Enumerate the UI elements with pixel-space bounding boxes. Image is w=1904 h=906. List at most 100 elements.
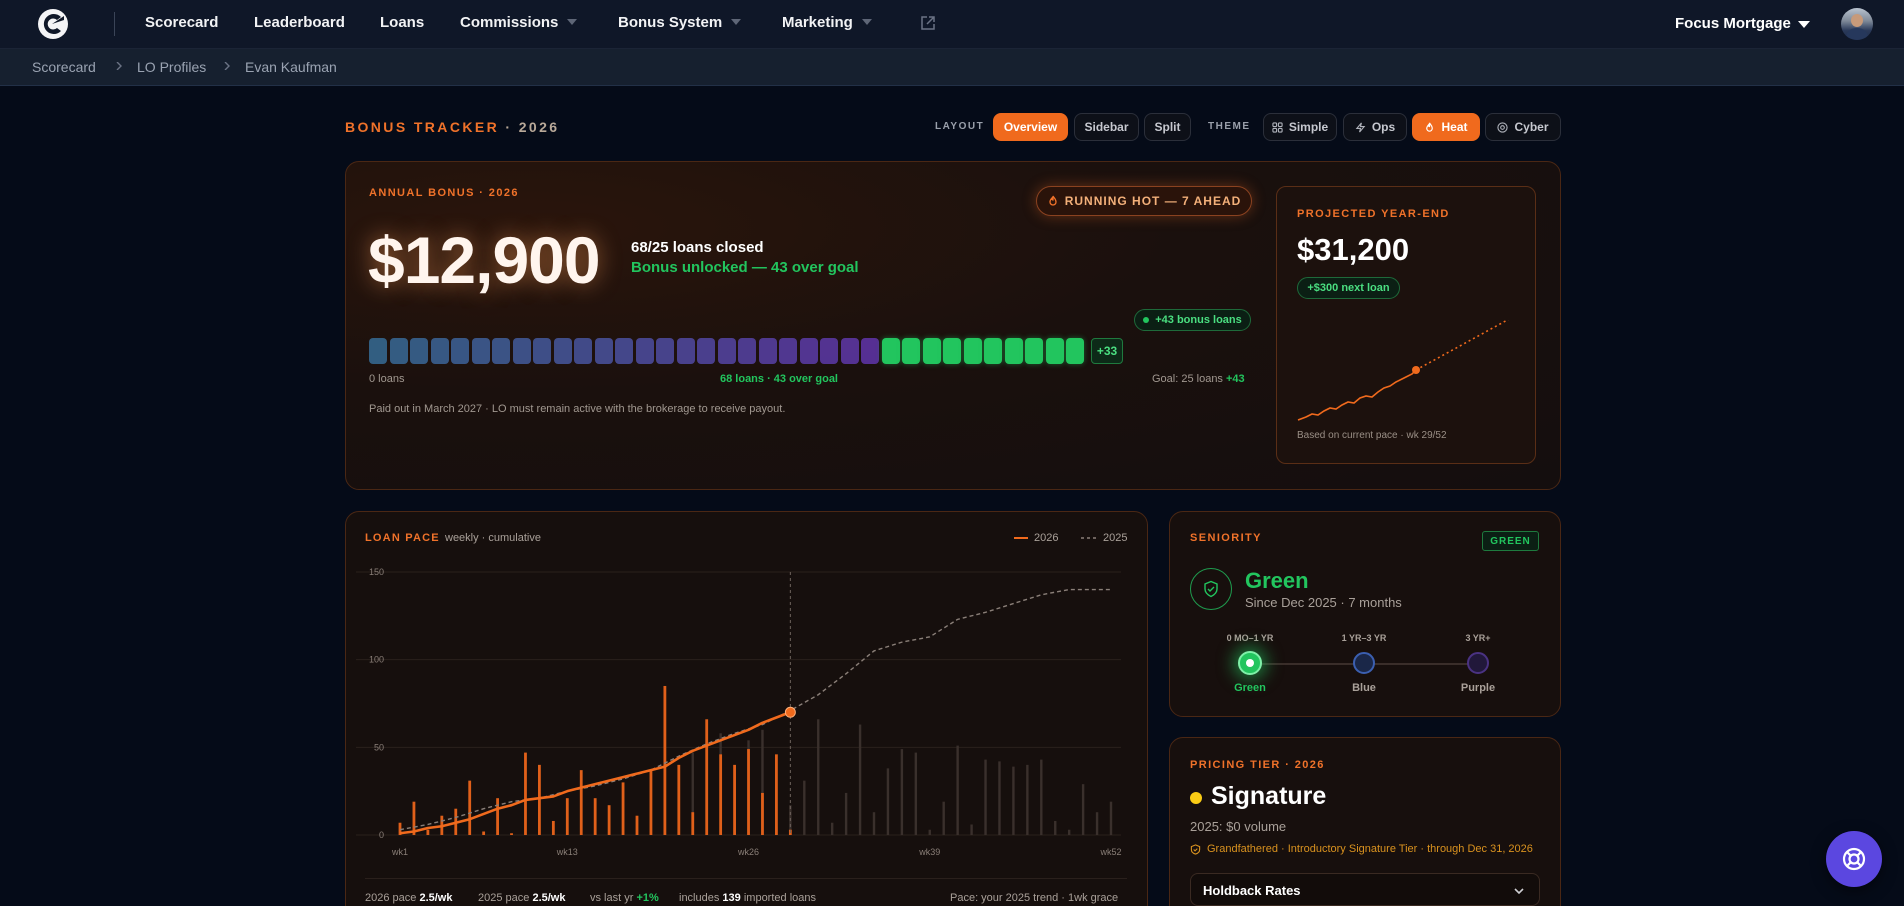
- lifebuoy-icon: [1842, 847, 1866, 871]
- weekly-bar-2025: [803, 780, 806, 835]
- chevron-down-icon[interactable]: [1798, 21, 1810, 28]
- projection-forecast-line: [1415, 320, 1510, 371]
- pace-vs-label: vs last yr: [590, 892, 634, 904]
- theme-ops-button[interactable]: Ops: [1343, 113, 1407, 141]
- status-badge: RUNNING HOT — 7 AHEAD: [1036, 186, 1252, 216]
- payout-note: Paid out in March 2027 · LO must remain …: [369, 403, 786, 415]
- chevron-down-icon: [731, 19, 742, 25]
- goal-progress-cell: [410, 338, 428, 364]
- user-avatar[interactable]: [1841, 8, 1873, 40]
- grandfather-text: Grandfathered · Introductory Signature T…: [1207, 843, 1533, 855]
- projected-amount: $31,200: [1297, 232, 1410, 267]
- weekly-bar-2025: [1081, 784, 1085, 835]
- tier-dot-purple: [1467, 652, 1489, 674]
- breadcrumb-lo-profiles[interactable]: LO Profiles: [137, 59, 206, 75]
- weekly-bar-2026: [607, 805, 611, 835]
- chevron-down-icon: [1514, 888, 1524, 895]
- imported-loans-note: includes 139 imported loans: [679, 892, 816, 904]
- weekly-bar-2026: [663, 685, 667, 835]
- nav-scorecard[interactable]: Scorecard: [145, 14, 218, 31]
- bonus-loans-chip: +43 bonus loans: [1134, 309, 1251, 331]
- goal-progress-cell: [738, 338, 756, 364]
- weekly-bar-2026: [579, 770, 583, 835]
- theme-label: THEME: [1208, 121, 1251, 132]
- tier-range-blue: 1 YR–3 YR: [1341, 633, 1387, 643]
- loan-pace-subtitle: weekly · cumulative: [445, 532, 541, 544]
- status-badge-text: RUNNING HOT — 7 AHEAD: [1064, 194, 1242, 208]
- breadcrumb-scorecard[interactable]: Scorecard: [32, 59, 96, 75]
- theme-heat-label: Heat: [1441, 120, 1468, 134]
- weekly-bar-2025: [1026, 764, 1029, 835]
- layout-split-button[interactable]: Split: [1144, 113, 1191, 141]
- weekly-bar-2025: [830, 822, 834, 835]
- flame-icon: [1426, 122, 1434, 132]
- weekly-bar-2026: [733, 764, 736, 835]
- pace-2026-label: 2026 pace: [365, 892, 417, 904]
- x-tick-label: wk39: [918, 847, 940, 857]
- help-button[interactable]: [1826, 831, 1882, 887]
- goal-progress-cell: [492, 338, 510, 364]
- weekly-bar-2026: [635, 815, 639, 835]
- bonus-progress-cell: [984, 338, 1002, 364]
- weekly-bar-2025: [914, 752, 918, 835]
- weekly-bar-2026: [524, 752, 527, 835]
- nav-bonus-system[interactable]: Bonus System: [618, 14, 742, 31]
- overflow-count-chip: +33: [1091, 338, 1123, 364]
- weekly-bar-2025: [1067, 829, 1071, 835]
- holdback-rates-toggle[interactable]: Holdback Rates: [1190, 873, 1540, 906]
- goal-progress-cell: [820, 338, 838, 364]
- theme-simple-label: Simple: [1288, 120, 1329, 134]
- imported-suffix: imported loans: [743, 892, 816, 904]
- projection-footnote: Based on current pace · wk 29/52: [1297, 430, 1447, 441]
- nav-leaderboard[interactable]: Leaderboard: [254, 14, 345, 31]
- legend-2025-label: 2025: [1103, 532, 1128, 544]
- chevron-down-icon: [861, 19, 872, 25]
- bonus-amount: $12,900: [368, 223, 601, 297]
- weekly-bar-2026: [621, 782, 625, 835]
- tier-dot-blue: [1353, 652, 1375, 674]
- theme-heat-button[interactable]: Heat: [1412, 113, 1480, 141]
- weekly-bar-2025: [970, 824, 973, 835]
- y-tick-label: 150: [369, 567, 384, 577]
- y-tick-label: 100: [369, 655, 384, 665]
- brand-logo-icon[interactable]: [36, 7, 70, 41]
- tier-name-purple: Purple: [1460, 682, 1496, 694]
- external-link-icon[interactable]: [920, 15, 936, 31]
- weekly-bar-2025: [872, 812, 876, 835]
- page-title-year: · 2026: [505, 119, 560, 135]
- goal-progress-cell: [471, 338, 490, 364]
- series-current-point: [784, 706, 796, 718]
- nav-commissions[interactable]: Commissions: [460, 14, 578, 31]
- layout-sidebar-button[interactable]: Sidebar: [1074, 113, 1139, 141]
- lightning-icon: [1355, 122, 1366, 132]
- weekly-bar-2025: [844, 792, 848, 835]
- theme-simple-button[interactable]: Simple: [1263, 113, 1337, 141]
- page-title: BONUS TRACKER · 2026: [345, 119, 560, 135]
- goal-progress-cell: [840, 338, 859, 364]
- imported-count: 139: [722, 892, 741, 904]
- weekly-bar-2026: [649, 770, 653, 835]
- theme-cyber-button[interactable]: Cyber: [1485, 113, 1561, 141]
- nav-bonus-system-label: Bonus System: [618, 14, 723, 31]
- goal-progress-cell: [594, 338, 613, 364]
- weekly-bar-2025: [817, 719, 820, 835]
- weekly-bar-2026: [677, 764, 681, 835]
- chevron-right-icon: [116, 62, 122, 70]
- goal-progress-cell: [615, 338, 633, 364]
- nav-loans[interactable]: Loans: [380, 14, 424, 31]
- chevron-right-icon: [224, 62, 230, 70]
- goal-progress-cell: [676, 338, 695, 364]
- org-switcher[interactable]: Focus Mortgage: [1675, 15, 1791, 32]
- pace-2025-value: 2.5/wk: [532, 892, 566, 904]
- tier-name-blue: Blue: [1352, 682, 1376, 694]
- nav-marketing[interactable]: Marketing: [782, 14, 872, 31]
- progress-goal-text: Goal: 25 loans: [1152, 373, 1223, 385]
- layout-overview-button[interactable]: Overview: [993, 113, 1068, 141]
- weekly-bar-2025: [942, 801, 945, 835]
- goal-progress-cell: [635, 338, 654, 364]
- goal-progress-cell: [861, 338, 879, 364]
- chevron-down-icon: [567, 19, 578, 25]
- weekly-bar-2026: [482, 831, 486, 835]
- nav-commissions-label: Commissions: [460, 14, 559, 31]
- projection-current-point: [1412, 366, 1420, 374]
